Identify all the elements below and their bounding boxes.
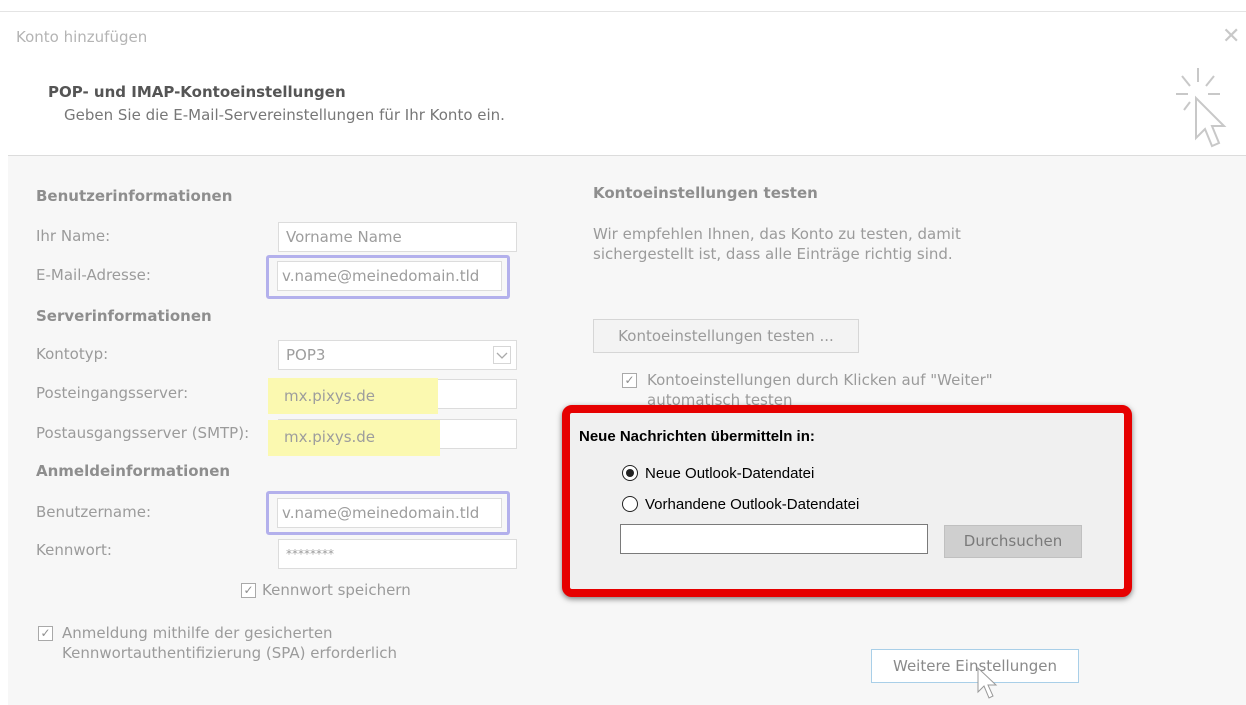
auto-test-label-line1: Kontoeinstellungen durch Klicken auf "We… bbox=[647, 371, 993, 389]
account-type-value: POP3 bbox=[286, 346, 326, 364]
radio-selected-dot bbox=[626, 469, 634, 477]
mouse-cursor-icon bbox=[977, 666, 998, 699]
option-new-datafile-label: Neue Outlook-Datendatei bbox=[645, 465, 815, 482]
account-type-label: Kontotyp: bbox=[36, 345, 109, 363]
password-input[interactable]: ******** bbox=[278, 539, 517, 569]
outgoing-server-label: Postausgangsserver (SMTP): bbox=[36, 424, 250, 442]
page-subtitle: Geben Sie die E-Mail-Servereinstellungen… bbox=[64, 106, 505, 124]
account-type-select[interactable]: POP3 bbox=[278, 340, 517, 370]
radio-existing-datafile[interactable] bbox=[622, 496, 638, 512]
wizard-cursor-icon bbox=[1176, 68, 1227, 148]
datafile-path-input[interactable] bbox=[620, 524, 928, 554]
name-input[interactable]: Vorname Name bbox=[278, 222, 517, 252]
spa-checkbox[interactable]: ✓ bbox=[38, 626, 53, 641]
spa-label-line1: Anmeldung mithilfe der gesicherten bbox=[62, 624, 333, 642]
option-existing-datafile-label: Vorhandene Outlook-Datendatei bbox=[645, 496, 860, 513]
top-divider bbox=[0, 11, 1246, 12]
email-label: E-Mail-Adresse: bbox=[36, 266, 151, 284]
save-password-checkbox[interactable]: ✓ bbox=[241, 583, 256, 598]
save-password-label: Kennwort speichern bbox=[262, 581, 411, 599]
name-label: Ihr Name: bbox=[36, 227, 111, 245]
section-user-info: Benutzerinformationen bbox=[36, 187, 233, 205]
window-title: Konto hinzufügen bbox=[16, 28, 148, 46]
username-label: Benutzername: bbox=[36, 503, 152, 521]
browse-button[interactable]: Durchsuchen bbox=[944, 525, 1082, 558]
spa-label-line2: Kennwortauthentifizierung (SPA) erforder… bbox=[62, 644, 397, 662]
test-description-line1: Wir empfehlen Ihnen, das Konto zu testen… bbox=[593, 225, 961, 243]
username-input[interactable]: v.name@meinedomain.tld bbox=[277, 498, 502, 528]
incoming-server-label: Posteingangsserver: bbox=[36, 384, 189, 402]
auto-test-checkbox[interactable]: ✓ bbox=[622, 373, 637, 388]
page-title: POP- und IMAP-Kontoeinstellungen bbox=[48, 83, 346, 101]
section-login-info: Anmeldeinformationen bbox=[36, 462, 231, 480]
outgoing-server-value: mx.pixys.de bbox=[284, 428, 376, 446]
section-server-info: Serverinformationen bbox=[36, 307, 212, 325]
radio-new-datafile[interactable] bbox=[622, 465, 638, 481]
close-icon[interactable]: ✕ bbox=[1222, 26, 1240, 48]
email-input[interactable]: v.name@meinedomain.tld bbox=[277, 261, 502, 291]
deliver-title: Neue Nachrichten übermitteln in: bbox=[579, 428, 815, 445]
password-label: Kennwort: bbox=[36, 541, 112, 559]
chevron-down-icon[interactable] bbox=[493, 346, 511, 364]
test-description-line2: sichergestellt ist, dass alle Einträge r… bbox=[593, 245, 953, 263]
more-settings-button[interactable]: Weitere Einstellungen bbox=[871, 649, 1079, 683]
section-test-settings: Kontoeinstellungen testen bbox=[593, 184, 818, 202]
test-account-button[interactable]: Kontoeinstellungen testen ... bbox=[593, 319, 859, 353]
incoming-server-value: mx.pixys.de bbox=[284, 387, 376, 405]
